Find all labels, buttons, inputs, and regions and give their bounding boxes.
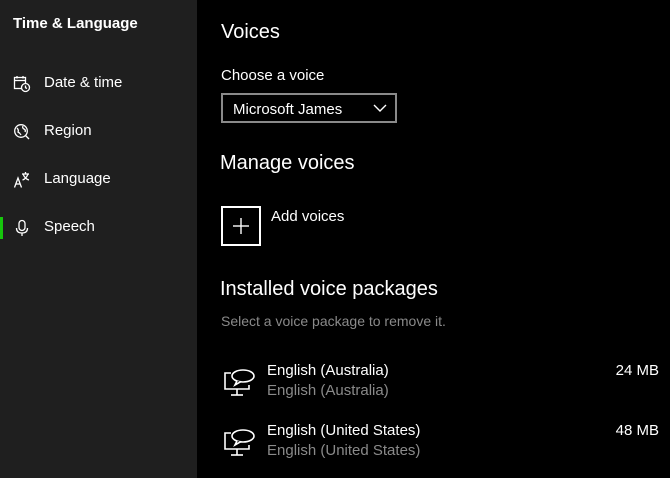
voice-package-language: English (Australia) bbox=[267, 382, 389, 399]
voice-package-name: English (Australia) bbox=[267, 362, 389, 379]
plus-icon bbox=[233, 218, 249, 234]
language-icon bbox=[13, 172, 30, 188]
choose-voice-label: Choose a voice bbox=[221, 67, 325, 84]
installed-hint: Select a voice package to remove it. bbox=[221, 313, 446, 329]
chevron-down-icon bbox=[373, 104, 387, 112]
voice-select-value: Microsoft James bbox=[233, 101, 343, 118]
voice-package-size: 24 MB bbox=[615, 362, 659, 379]
sidebar-item-region[interactable]: Region bbox=[0, 111, 197, 151]
sidebar-item-speech[interactable]: Speech bbox=[0, 207, 197, 247]
speech-bubble-monitor-icon bbox=[224, 369, 255, 396]
speech-bubble-monitor-icon bbox=[224, 429, 255, 456]
voices-heading: Voices bbox=[221, 21, 280, 43]
active-indicator bbox=[0, 217, 3, 239]
sidebar-item-language[interactable]: Language bbox=[0, 159, 197, 199]
sidebar-item-label: Region bbox=[44, 122, 92, 139]
installed-voice-packages-heading: Installed voice packages bbox=[220, 278, 438, 300]
manage-voices-heading: Manage voices bbox=[220, 152, 355, 174]
voice-package-item[interactable]: English (Australia) English (Australia) … bbox=[221, 362, 661, 412]
globe-icon bbox=[14, 124, 30, 140]
sidebar-item-label: Date & time bbox=[44, 74, 123, 91]
clock-calendar-icon bbox=[13, 76, 31, 93]
sidebar-title: Time & Language bbox=[13, 15, 138, 32]
sidebar-item-label: Language bbox=[44, 170, 111, 187]
sidebar-item-date-time[interactable]: Date & time bbox=[0, 63, 197, 103]
voice-package-size: 48 MB bbox=[615, 422, 659, 439]
microphone-icon bbox=[15, 219, 29, 236]
voice-package-language: English (United States) bbox=[267, 442, 421, 459]
add-voices-button[interactable] bbox=[221, 206, 261, 246]
sidebar: Time & Language Date & time Region Langu… bbox=[0, 0, 197, 478]
add-voices-label[interactable]: Add voices bbox=[271, 208, 344, 225]
voice-select[interactable]: Microsoft James bbox=[221, 93, 397, 123]
main-content: Voices Choose a voice Microsoft James Ma… bbox=[197, 0, 670, 478]
voice-package-name: English (United States) bbox=[267, 422, 421, 439]
sidebar-item-label: Speech bbox=[44, 218, 95, 235]
voice-package-item[interactable]: English (United States) English (United … bbox=[221, 422, 661, 472]
